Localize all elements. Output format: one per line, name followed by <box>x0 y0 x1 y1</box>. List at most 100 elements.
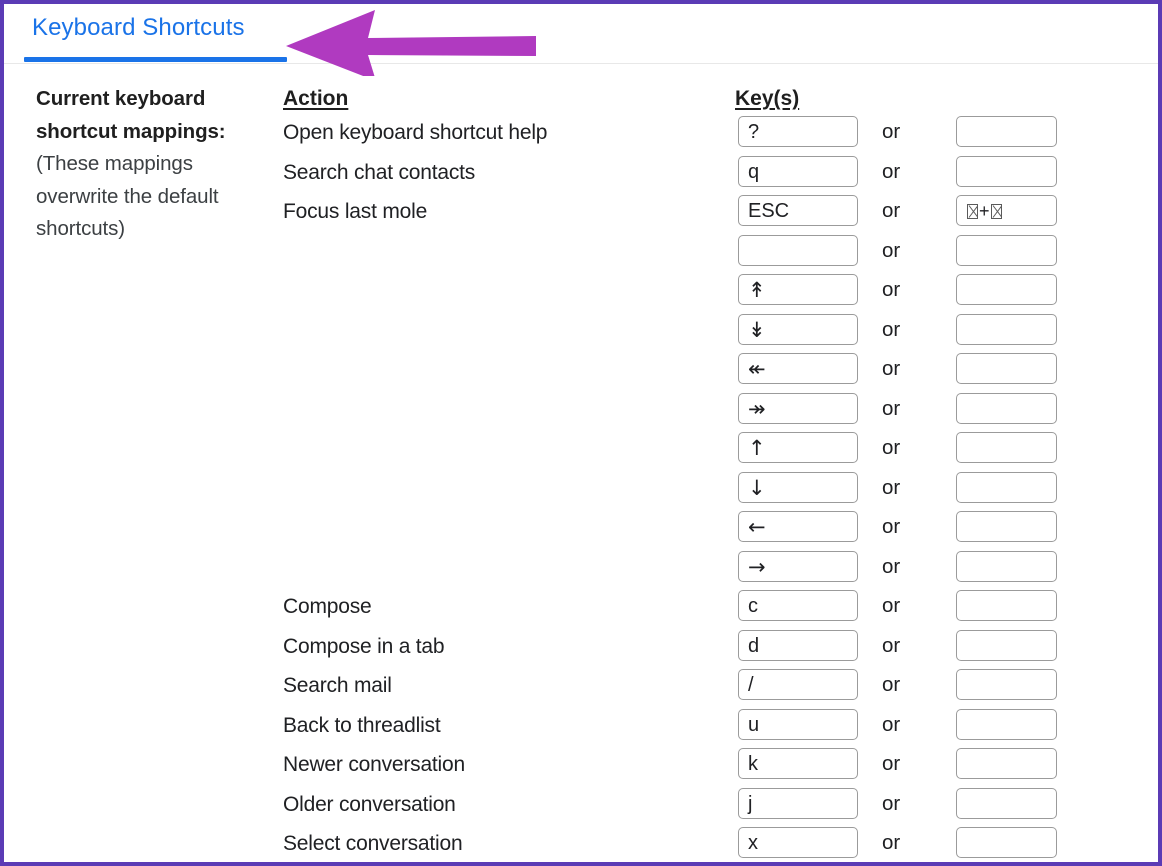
key-input-secondary[interactable] <box>956 629 1057 661</box>
key-row: x or <box>735 825 1155 862</box>
key-input-secondary[interactable] <box>956 392 1057 424</box>
key-input-primary[interactable]: ESC <box>738 195 858 226</box>
key-input-primary[interactable]: u <box>738 708 858 740</box>
or-separator-label: or <box>882 594 901 617</box>
action-column-header: Action <box>283 87 349 110</box>
or-separator-label: or <box>882 317 901 341</box>
action-label: Open keyboard shortcut help <box>283 121 548 144</box>
key-input-secondary[interactable] <box>956 274 1057 305</box>
action-row: Back to threadlist <box>283 707 723 747</box>
tab-bar: Keyboard Shortcuts <box>4 4 1158 64</box>
shortcuts-content: Current keyboard shortcut mappings: (The… <box>4 64 1158 862</box>
intro-heading-line-1: Current keyboard <box>36 87 206 110</box>
action-row: Focus last mole <box>283 193 723 233</box>
action-label: Newer conversation <box>283 753 465 776</box>
keyboard-shortcuts-window: Keyboard Shortcuts Current keyboard shor… <box>0 0 1162 866</box>
action-row <box>283 430 723 470</box>
key-input-secondary[interactable] <box>956 590 1057 621</box>
tab-label: Keyboard Shortcuts <box>32 14 245 41</box>
key-input-primary[interactable]: c <box>738 590 858 621</box>
or-separator-label: or <box>882 554 901 578</box>
missing-glyph-icon <box>990 204 1002 219</box>
key-row: ↟ or <box>735 272 1155 312</box>
key-row: ESC or + <box>735 193 1155 233</box>
action-row <box>283 312 723 352</box>
key-row: or <box>735 233 1155 273</box>
key-input-secondary[interactable] <box>956 511 1057 542</box>
key-input-primary[interactable]: d <box>738 629 858 661</box>
action-label: Select conversation <box>283 832 463 855</box>
key-input-primary[interactable]: ↟ <box>738 274 858 305</box>
action-label: Older conversation <box>283 792 456 816</box>
action-row <box>283 470 723 510</box>
key-input-secondary[interactable] <box>956 313 1057 345</box>
key-input-secondary[interactable]: + <box>956 195 1057 226</box>
action-row: Open keyboard shortcut help <box>283 114 723 154</box>
key-row: j or <box>735 786 1155 826</box>
action-row: Compose <box>283 588 723 628</box>
key-input-secondary[interactable] <box>956 787 1057 819</box>
key-input-primary[interactable]: → <box>738 550 858 582</box>
action-row: Compose in a tab <box>283 628 723 668</box>
or-separator-label: or <box>882 791 901 815</box>
or-separator-label: or <box>882 712 901 736</box>
key-row: ? or <box>735 114 1155 154</box>
keys-column-header: Key(s) <box>735 87 800 110</box>
key-input-primary[interactable]: ? <box>738 116 858 147</box>
key-input-secondary[interactable] <box>956 708 1057 740</box>
key-input-primary[interactable]: ↓ <box>738 471 858 503</box>
intro-heading-line-2: shortcut mappings: <box>36 119 226 143</box>
action-row <box>283 391 723 431</box>
intro-note-line-3: shortcuts) <box>36 217 125 240</box>
key-row-list: ? or q or ESC or + or ↟ or ↡ or ↞ or ↠ or ↑ or ↓ or ← or → or c o… <box>735 114 1155 862</box>
or-separator-label: or <box>882 436 901 459</box>
key-input-primary[interactable]: x <box>738 827 858 858</box>
or-separator-label: or <box>882 831 901 854</box>
key-row: / or <box>735 667 1155 707</box>
key-row: c or <box>735 588 1155 628</box>
action-label: Back to threadlist <box>283 713 441 737</box>
key-input-secondary[interactable] <box>956 432 1057 463</box>
key-input-primary[interactable]: ↑ <box>738 432 858 463</box>
key-row: u or <box>735 707 1155 747</box>
key-row: d or <box>735 628 1155 668</box>
key-row: q or <box>735 154 1155 194</box>
key-input-primary[interactable] <box>738 234 858 266</box>
key-input-secondary[interactable] <box>956 155 1057 187</box>
key-input-primary[interactable]: q <box>738 155 858 187</box>
key-row: ↠ or <box>735 391 1155 431</box>
action-label: Compose <box>283 595 372 618</box>
key-input-secondary[interactable] <box>956 353 1057 384</box>
or-separator-label: or <box>882 633 901 657</box>
action-label: Search chat contacts <box>283 160 476 184</box>
action-row: Search chat contacts <box>283 154 723 194</box>
action-row: Older conversation <box>283 786 723 826</box>
action-row <box>283 233 723 273</box>
key-input-secondary[interactable] <box>956 471 1057 503</box>
key-input-secondary[interactable] <box>956 116 1057 147</box>
or-separator-label: or <box>882 515 901 538</box>
key-input-primary[interactable]: ↞ <box>738 353 858 384</box>
key-input-secondary[interactable] <box>956 669 1057 700</box>
or-separator-label: or <box>882 278 901 301</box>
action-row <box>283 272 723 312</box>
key-input-secondary[interactable] <box>956 827 1057 858</box>
key-input-primary[interactable]: ↡ <box>738 313 858 345</box>
intro-note-line-1: (These mappings <box>36 152 193 175</box>
key-input-primary[interactable]: j <box>738 787 858 819</box>
or-separator-label: or <box>882 752 901 775</box>
or-separator-label: or <box>882 357 901 380</box>
key-row: ↡ or <box>735 312 1155 352</box>
or-separator-label: or <box>882 396 901 420</box>
or-separator-label: or <box>882 199 901 222</box>
key-input-primary[interactable]: ← <box>738 511 858 542</box>
key-input-primary[interactable]: ↠ <box>738 392 858 424</box>
tab-keyboard-shortcuts[interactable]: Keyboard Shortcuts <box>24 12 253 52</box>
key-input-primary[interactable]: / <box>738 669 858 700</box>
key-row: ↞ or <box>735 351 1155 391</box>
action-row <box>283 549 723 589</box>
key-input-secondary[interactable] <box>956 234 1057 266</box>
key-input-primary[interactable]: k <box>738 748 858 779</box>
key-input-secondary[interactable] <box>956 550 1057 582</box>
key-input-secondary[interactable] <box>956 748 1057 779</box>
